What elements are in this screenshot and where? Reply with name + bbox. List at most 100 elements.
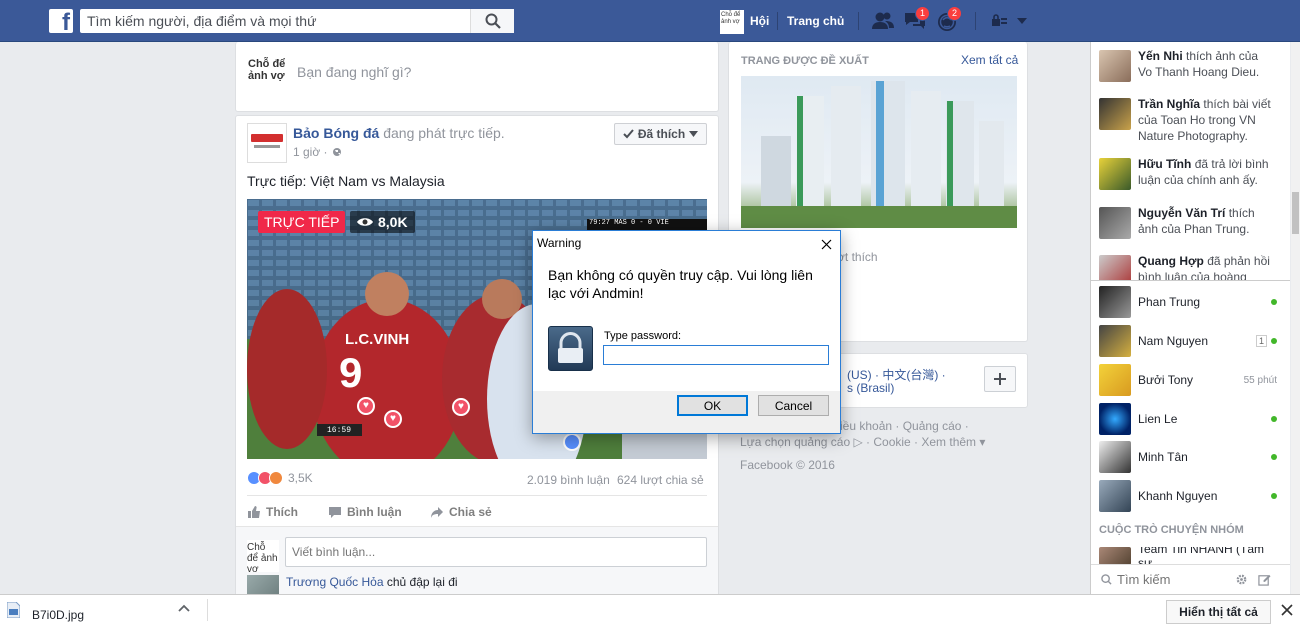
password-input[interactable] xyxy=(603,345,829,365)
gear-icon[interactable] xyxy=(1235,573,1248,586)
top-navigation-bar: f Chỗ để ảnh vợ Hội Trang chủ 1 2 xyxy=(0,0,1300,42)
privacy-icon xyxy=(992,14,1007,26)
download-filename[interactable]: B7i0D.jpg xyxy=(32,608,84,622)
avatar xyxy=(1099,547,1131,565)
ok-button[interactable]: OK xyxy=(677,395,748,416)
chevron-up-icon xyxy=(178,604,190,612)
suggested-pages-title: TRANG ĐƯỢC ĐỀ XUẤT xyxy=(741,55,869,67)
reactions-count: 3,5K xyxy=(288,471,313,485)
composer-prompt[interactable]: Bạn đang nghĩ gì? xyxy=(297,64,411,80)
avatar xyxy=(1099,255,1131,280)
chat-sidebar: Yến Nhi thích ảnh của Vo Thanh Hoang Die… xyxy=(1090,42,1290,594)
share-label: Chia sẻ xyxy=(449,505,492,519)
copyright: Facebook © 2016 xyxy=(740,458,835,472)
page-scrollbar[interactable] xyxy=(1291,42,1300,594)
search-input[interactable] xyxy=(80,10,470,32)
share-button[interactable]: Chia sẻ xyxy=(430,505,492,519)
eye-icon xyxy=(357,218,373,226)
heart-reaction-icon: ♥ xyxy=(452,398,470,416)
search-button[interactable] xyxy=(470,9,514,33)
video-timecode: 16:59 xyxy=(327,426,352,435)
footer-links-line2[interactable]: Lựa chọn quảng cáo ▷ · Cookie · Xem thêm… xyxy=(740,434,1030,450)
viewer-count: 8,0K xyxy=(350,211,415,233)
reply-text: chủ đập lại đi xyxy=(386,575,458,589)
add-language-button[interactable] xyxy=(984,366,1016,392)
post-header: Bảo Bóng đá đang phát trực tiếp. xyxy=(293,125,505,141)
profile-avatar[interactable]: Chỗ để ảnh vợ xyxy=(720,10,744,34)
contact-name: Minh Tân xyxy=(1138,450,1188,464)
friend-requests-button[interactable] xyxy=(870,8,896,34)
page-name-link[interactable]: Bảo Bóng đá xyxy=(293,125,379,141)
new-message-icon[interactable] xyxy=(1258,573,1271,586)
close-icon xyxy=(821,239,831,249)
account-menu-button[interactable] xyxy=(1013,12,1031,30)
comment-input[interactable] xyxy=(286,538,706,566)
avatar xyxy=(1099,158,1131,190)
like-button[interactable]: Thích xyxy=(247,505,298,519)
shares-count[interactable]: 624 lượt chia sẻ xyxy=(617,473,704,487)
avatar xyxy=(1099,98,1131,130)
close-icon xyxy=(1281,604,1293,616)
suggested-page-image[interactable] xyxy=(741,76,1017,228)
chat-search-input[interactable] xyxy=(1117,572,1227,587)
commenter-avatar: Chỗ để ảnh vợ xyxy=(247,540,279,572)
search-icon xyxy=(1101,574,1112,585)
show-all-downloads-button[interactable]: Hiển thị tất cả xyxy=(1166,600,1271,624)
chat-contact[interactable]: Nam Nguyen 1 xyxy=(1099,325,1277,357)
post-timestamp[interactable]: 1 giờ · xyxy=(293,145,342,159)
group-chat[interactable]: Team Tin NHANH (Tâm sư... xyxy=(1099,547,1277,565)
contact-name: Nam Nguyen xyxy=(1138,334,1209,348)
online-indicator xyxy=(1271,454,1277,460)
profile-link[interactable]: Hội xyxy=(750,14,769,28)
avatar xyxy=(1099,480,1131,512)
ticker-item[interactable]: Quang Hợp đã phản hồi bình luận của hoàn… xyxy=(1099,253,1273,280)
like-reaction-icon xyxy=(563,433,581,451)
cancel-button[interactable]: Cancel xyxy=(758,395,829,416)
scoreboard: 79:27 MAS 0 - 0 VIE xyxy=(589,219,669,227)
chat-contact[interactable]: Lien Le xyxy=(1099,403,1277,435)
liked-page-button[interactable]: Đã thích xyxy=(614,123,707,145)
search-icon xyxy=(485,13,501,29)
chat-contact[interactable]: Bưởi Tony 55 phút xyxy=(1099,364,1277,396)
language-list-2[interactable]: s (Brasil) xyxy=(847,381,894,395)
reactions-summary[interactable]: 3,5K xyxy=(247,471,313,485)
avatar xyxy=(1099,403,1131,435)
chat-contact[interactable]: Phan Trung xyxy=(1099,286,1277,318)
close-download-bar-button[interactable] xyxy=(1281,604,1295,618)
jersey-number: 9 xyxy=(339,349,363,396)
composer-avatar: Chỗ để ảnh vợ xyxy=(247,55,287,95)
avatar xyxy=(1099,441,1131,473)
post-time-text: 1 giờ · xyxy=(293,145,328,159)
comment-button[interactable]: Bình luận xyxy=(328,505,402,519)
chat-contact[interactable]: Khanh Nguyen xyxy=(1099,480,1277,512)
page-avatar[interactable] xyxy=(247,123,287,163)
share-icon xyxy=(431,507,443,518)
facebook-logo[interactable]: f xyxy=(49,9,73,33)
see-all-link[interactable]: Xem tất cả xyxy=(961,53,1018,67)
last-active-time: 55 phút xyxy=(1243,374,1277,386)
like-label: Thích xyxy=(266,505,298,519)
messages-badge: 1 xyxy=(914,6,930,21)
lock-icon xyxy=(548,326,593,371)
dropdown-icon xyxy=(1017,18,1027,24)
dialog-message: Bạn không có quyền truy cập. Vui lòng li… xyxy=(548,267,813,301)
privacy-shortcuts-button[interactable] xyxy=(990,12,1008,30)
heart-reaction-icon: ♥ xyxy=(384,410,402,428)
ticker-item[interactable]: Nguyễn Văn Trí thích ảnh của Phan Trung. xyxy=(1099,205,1273,239)
contact-name: Khanh Nguyen xyxy=(1138,489,1218,503)
chat-contact[interactable]: Minh Tân xyxy=(1099,441,1277,473)
ticker-item[interactable]: Hữu Tĩnh đã trả lời bình luận của chính … xyxy=(1099,156,1273,190)
ticker-item[interactable]: Trần Nghĩa thích bài viết của Toan Ho tr… xyxy=(1099,96,1273,144)
search-box xyxy=(80,9,514,33)
notifications-button[interactable]: 2 xyxy=(934,6,962,34)
dialog-close-button[interactable] xyxy=(814,233,838,255)
comments-count[interactable]: 2.019 bình luận xyxy=(527,473,610,487)
avatar xyxy=(1099,286,1131,318)
scrollbar-thumb[interactable] xyxy=(1292,192,1299,234)
ticker-item[interactable]: Yến Nhi thích ảnh của Vo Thanh Hoang Die… xyxy=(1099,48,1273,82)
comment-label: Bình luận xyxy=(347,505,402,519)
messages-button[interactable]: 1 xyxy=(902,6,930,34)
home-link[interactable]: Trang chủ xyxy=(787,14,844,28)
reply-author-link[interactable]: Trương Quốc Hỏa xyxy=(286,575,384,589)
download-options-button[interactable] xyxy=(178,604,192,618)
